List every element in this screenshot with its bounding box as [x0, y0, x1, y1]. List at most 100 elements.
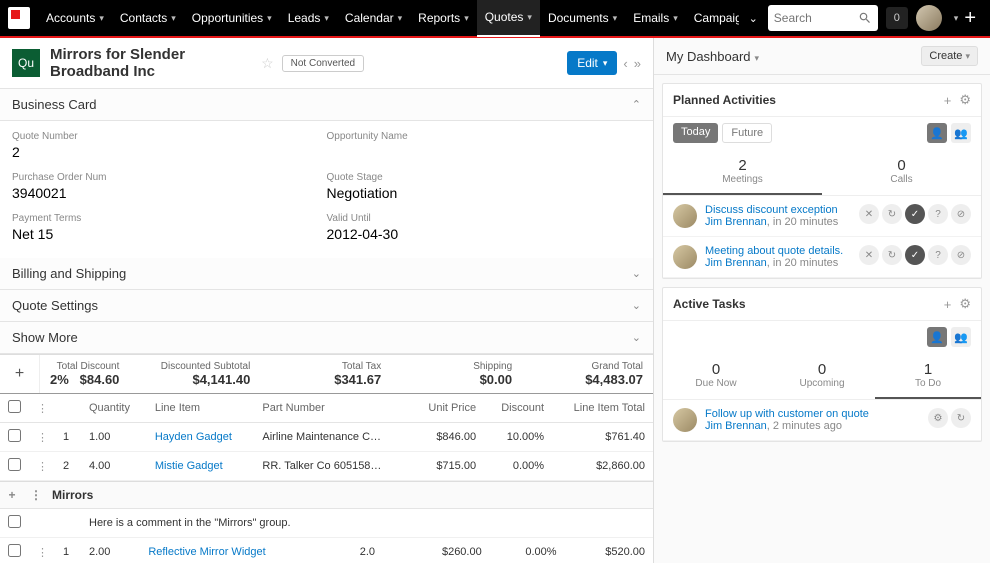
field-value: 3940021 [12, 185, 327, 201]
row-menu-icon[interactable]: ⋮ [37, 461, 47, 473]
nav-campaigns[interactable]: Campaigns▾ [686, 0, 739, 37]
refresh-icon[interactable]: ↻ [882, 204, 902, 224]
total-value: $4,141.40 [139, 372, 250, 387]
activity-link[interactable]: Meeting about quote details. [705, 245, 859, 257]
user-filter-icon[interactable]: 👤 [927, 327, 947, 347]
nav-documents[interactable]: Documents▾ [540, 0, 625, 37]
field-value: Negotiation [327, 185, 642, 201]
user-link[interactable]: Jim Brennan [705, 257, 767, 269]
cancel-icon[interactable]: ⊘ [951, 204, 971, 224]
search-input[interactable] [774, 11, 854, 25]
row-menu-icon[interactable]: ⋮ [37, 547, 47, 559]
line-item-link[interactable]: Mistie Gadget [155, 460, 223, 472]
nav-reports[interactable]: Reports▾ [410, 0, 477, 37]
app-logo[interactable] [8, 7, 30, 29]
record-title: Mirrors for Slender Broadband Inc [50, 46, 253, 80]
col-part-number: Part Number [254, 394, 410, 423]
line-item-link[interactable]: Hayden Gadget [155, 431, 232, 443]
dashboard-selector[interactable]: My Dashboard▾ [666, 49, 921, 64]
stat-meetings[interactable]: 2Meetings [663, 149, 822, 195]
stat-calls[interactable]: 0Calls [822, 149, 981, 195]
dismiss-icon[interactable]: ✕ [859, 245, 879, 265]
nav-overflow[interactable]: ⌄ [739, 12, 768, 25]
dashlet-add-icon[interactable]: + [944, 297, 952, 312]
next-record-icon[interactable]: » [634, 56, 641, 71]
field-label: Quote Number [12, 131, 327, 142]
dashlet-title: Active Tasks [673, 297, 936, 311]
col-line-item: Line Item [147, 394, 255, 423]
activity-link[interactable]: Discuss discount exception [705, 204, 859, 216]
user-avatar[interactable] [916, 5, 942, 31]
user-avatar-icon [673, 408, 697, 432]
panel-quote-settings[interactable]: Quote Settings⌄ [0, 290, 653, 322]
row-checkbox[interactable] [8, 515, 21, 528]
user-filter-icon[interactable]: 👤 [927, 123, 947, 143]
row-menu-icon[interactable]: ⋮ [37, 432, 47, 444]
tab-today[interactable]: Today [673, 123, 718, 143]
gear-icon[interactable]: ⚙ [928, 408, 948, 428]
cancel-icon[interactable]: ⊘ [951, 245, 971, 265]
nav-emails[interactable]: Emails▾ [625, 0, 686, 37]
dashlet-add-icon[interactable]: + [944, 93, 952, 108]
row-checkbox[interactable] [8, 429, 21, 442]
nav-opportunities[interactable]: Opportunities▾ [184, 0, 280, 37]
field-value: 2 [12, 144, 327, 160]
select-all-checkbox[interactable] [8, 400, 21, 413]
stat-upcoming[interactable]: 0Upcoming [769, 353, 875, 399]
panel-billing-shipping[interactable]: Billing and Shipping⌄ [0, 258, 653, 290]
refresh-icon[interactable]: ↻ [882, 245, 902, 265]
row-menu-icon[interactable]: ⋮ [37, 403, 47, 415]
not-converted-badge: Not Converted [282, 55, 364, 72]
field-label: Purchase Order Num [12, 172, 327, 183]
nav-contacts[interactable]: Contacts▾ [112, 0, 184, 37]
quick-create-button[interactable]: + [958, 7, 982, 30]
add-group-item-icon[interactable]: + [0, 488, 24, 502]
stat-todo[interactable]: 1To Do [875, 353, 981, 399]
chevron-down-icon: ⌄ [632, 267, 641, 280]
task-link[interactable]: Follow up with customer on quote [705, 408, 928, 420]
row-checkbox[interactable] [8, 544, 21, 557]
module-badge: Qu [12, 49, 40, 77]
nav-quotes[interactable]: Quotes▾ [477, 0, 540, 37]
refresh-icon[interactable]: ↻ [951, 408, 971, 428]
total-value: $341.67 [270, 372, 381, 387]
create-button[interactable]: Create ▾ [921, 46, 978, 66]
help-icon[interactable]: ? [928, 204, 948, 224]
dashlet-gear-icon[interactable]: ⚙ [959, 296, 971, 312]
dashlet-title: Planned Activities [673, 93, 936, 107]
dismiss-icon[interactable]: ✕ [859, 204, 879, 224]
global-search[interactable] [768, 5, 878, 31]
check-icon[interactable]: ✓ [905, 245, 925, 265]
line-item-row: ⋮ 1 2.00 Reflective Mirror Widget 2.0 $2… [0, 538, 653, 563]
team-filter-icon[interactable]: 👥 [951, 327, 971, 347]
panel-business-card[interactable]: Business Card⌃ [0, 89, 653, 121]
favorite-star-icon[interactable]: ☆ [261, 55, 274, 72]
col-discount: Discount [484, 394, 552, 423]
nav-accounts[interactable]: Accounts▾ [38, 0, 112, 37]
user-avatar-icon [673, 204, 697, 228]
group-menu-icon[interactable]: ⋮ [24, 488, 48, 502]
total-label: Grand Total [532, 361, 643, 372]
notifications-button[interactable]: 0 [886, 7, 908, 29]
field-value: Net 15 [12, 226, 327, 242]
dashlet-gear-icon[interactable]: ⚙ [959, 92, 971, 108]
total-value: $4,483.07 [532, 372, 643, 387]
row-checkbox[interactable] [8, 458, 21, 471]
team-filter-icon[interactable]: 👥 [951, 123, 971, 143]
help-icon[interactable]: ? [928, 245, 948, 265]
user-link[interactable]: Jim Brennan [705, 216, 767, 228]
edit-button[interactable]: Edit▾ [567, 51, 617, 75]
nav-calendar[interactable]: Calendar▾ [337, 0, 410, 37]
add-line-button[interactable]: + [0, 355, 40, 393]
search-icon [858, 11, 872, 25]
panel-show-more[interactable]: Show More⌄ [0, 322, 653, 354]
user-link[interactable]: Jim Brennan [705, 420, 767, 432]
nav-leads[interactable]: Leads▾ [280, 0, 337, 37]
stat-due-now[interactable]: 0Due Now [663, 353, 769, 399]
check-icon[interactable]: ✓ [905, 204, 925, 224]
prev-record-icon[interactable]: ‹ [623, 56, 627, 71]
total-label: Total Tax [270, 361, 381, 372]
tab-future[interactable]: Future [722, 123, 772, 143]
total-label: Shipping [401, 361, 512, 372]
line-item-link[interactable]: Reflective Mirror Widget [148, 546, 265, 558]
